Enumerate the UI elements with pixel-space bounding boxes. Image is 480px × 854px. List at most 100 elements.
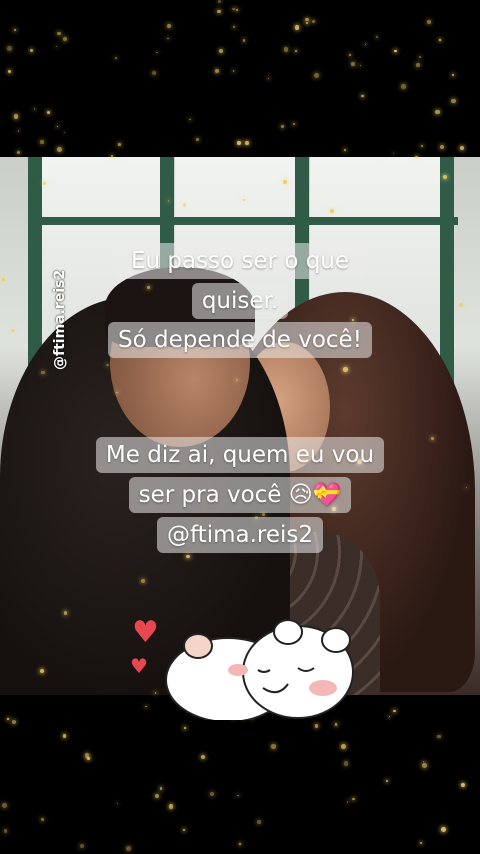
sparkle [63, 132, 66, 134]
sparkle [79, 843, 85, 849]
sparkle [16, 150, 20, 154]
sparkle [200, 754, 206, 759]
sparkle [115, 56, 118, 59]
sparkle [365, 43, 367, 46]
sparkle [33, 107, 36, 110]
sparkle [62, 734, 67, 738]
sparkle [3, 829, 8, 833]
sparkle [460, 783, 465, 788]
caption-line: Me diz ai, quem eu vou [95, 437, 385, 473]
sparkle [236, 8, 239, 11]
sparkle [439, 39, 442, 42]
sparkle [388, 715, 391, 718]
sparkle [334, 723, 338, 726]
sparkle [376, 36, 379, 39]
sparkle [343, 761, 349, 766]
sparkle [268, 77, 270, 79]
sparkle [238, 842, 242, 846]
sparkle [305, 18, 309, 22]
sparkle [440, 144, 445, 149]
sparkle [116, 803, 118, 805]
sparkle [294, 25, 300, 30]
sparkle [13, 114, 19, 119]
caption-line: Só depende de você! [108, 322, 372, 358]
sparkle [2, 802, 8, 808]
sparkle [57, 31, 61, 36]
sparkle [257, 820, 261, 824]
bears-icon [165, 619, 354, 720]
sparkle [420, 841, 423, 845]
caption-line: @ftima.reis2 [156, 517, 324, 553]
caption-line: quiser. [191, 283, 289, 319]
sparkle [118, 142, 122, 146]
caption-line: ser pra você 😥💝 [128, 477, 352, 513]
sparkle [305, 22, 308, 25]
sparkle [219, 49, 224, 54]
sparkle [84, 753, 90, 758]
sparkle [7, 718, 9, 720]
heart-icon: ♥ [130, 654, 148, 678]
sparkle [242, 39, 246, 42]
caption-block-2: Me diz ai, quem eu vou [0, 437, 480, 473]
sparkle [385, 779, 388, 782]
sparkle [452, 73, 455, 76]
caption-block-1: Eu passo ser o que [0, 243, 480, 279]
caption-block-2c: @ftima.reis2 [0, 517, 480, 553]
sparkle [183, 726, 187, 729]
sparkle [420, 145, 423, 148]
sparkle [62, 37, 67, 42]
sparkle [359, 65, 362, 67]
sparkle [232, 8, 235, 11]
sparkle [232, 26, 235, 29]
window-frame [28, 217, 458, 225]
caption-line: Eu passo ser o que [112, 243, 368, 279]
sparkle [168, 804, 174, 809]
sparkle [419, 56, 421, 58]
sparkle [435, 110, 440, 115]
sparkle [294, 49, 297, 53]
sparkle [441, 827, 447, 833]
sparkle [245, 141, 249, 145]
sparkle [195, 137, 199, 142]
sparkle [152, 70, 157, 75]
sparkle [422, 760, 425, 762]
sparkle [314, 724, 318, 728]
sparkle [29, 48, 34, 53]
sparkle [159, 787, 163, 790]
sparkle [6, 46, 12, 52]
sparkle [350, 61, 355, 66]
sparkle [437, 734, 442, 739]
sparkle [394, 49, 397, 52]
sparkle [56, 125, 59, 128]
sparkle [361, 94, 364, 98]
sparkle [311, 19, 316, 24]
sparkle [280, 124, 285, 129]
heart-icon: ♥ [132, 615, 159, 650]
sparkle [426, 19, 431, 24]
sparkle [167, 38, 169, 40]
sparkle [11, 719, 16, 724]
sparkle [421, 763, 427, 769]
sparkle [451, 98, 456, 104]
sparkle [346, 800, 349, 803]
sparkle [189, 118, 191, 121]
sparkle [460, 146, 464, 150]
sparkle [283, 46, 289, 52]
sparkle [341, 744, 346, 749]
sparkle [217, 9, 222, 14]
sparkle [14, 29, 17, 32]
sparkle [343, 148, 346, 151]
sparkle [87, 756, 91, 761]
sparkle [271, 744, 276, 749]
sparkle [416, 63, 420, 68]
sparkle [393, 709, 396, 713]
sparkle [401, 84, 406, 89]
sparkle [393, 152, 395, 154]
sparkle [292, 122, 295, 125]
sparkle [348, 54, 351, 57]
cuddling-bears-sticker: ♥ ♥ [128, 610, 354, 720]
sparkle [55, 45, 58, 48]
sparkle [156, 51, 158, 54]
sparkle [167, 24, 172, 29]
sparkle [57, 147, 63, 153]
